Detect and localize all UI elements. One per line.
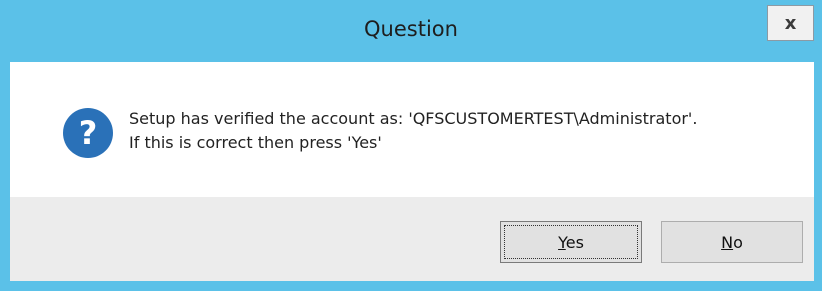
close-button[interactable]: x — [767, 5, 814, 41]
yes-button[interactable]: Yes — [500, 221, 642, 263]
no-label-rest: o — [733, 232, 743, 252]
no-button-label: No — [721, 233, 743, 252]
close-icon: x — [784, 12, 797, 34]
title-bar[interactable]: Question x — [0, 0, 822, 62]
question-icon: ? — [63, 108, 113, 158]
no-mnemonic: N — [721, 232, 734, 252]
message-area: ? Setup has verified the account as: 'QF… — [10, 62, 814, 197]
message-line-2: If this is correct then press 'Yes' — [129, 133, 382, 152]
question-glyph: ? — [79, 114, 98, 152]
button-bar: Yes No — [10, 197, 814, 281]
no-button[interactable]: No — [661, 221, 803, 263]
message-line-1: Setup has verified the account as: 'QFSC… — [129, 109, 698, 128]
question-dialog: Question x ? Setup has verified the acco… — [0, 0, 822, 291]
dialog-title: Question — [364, 17, 458, 41]
focus-rectangle — [504, 225, 638, 259]
message-text: Setup has verified the account as: 'QFSC… — [129, 107, 697, 155]
